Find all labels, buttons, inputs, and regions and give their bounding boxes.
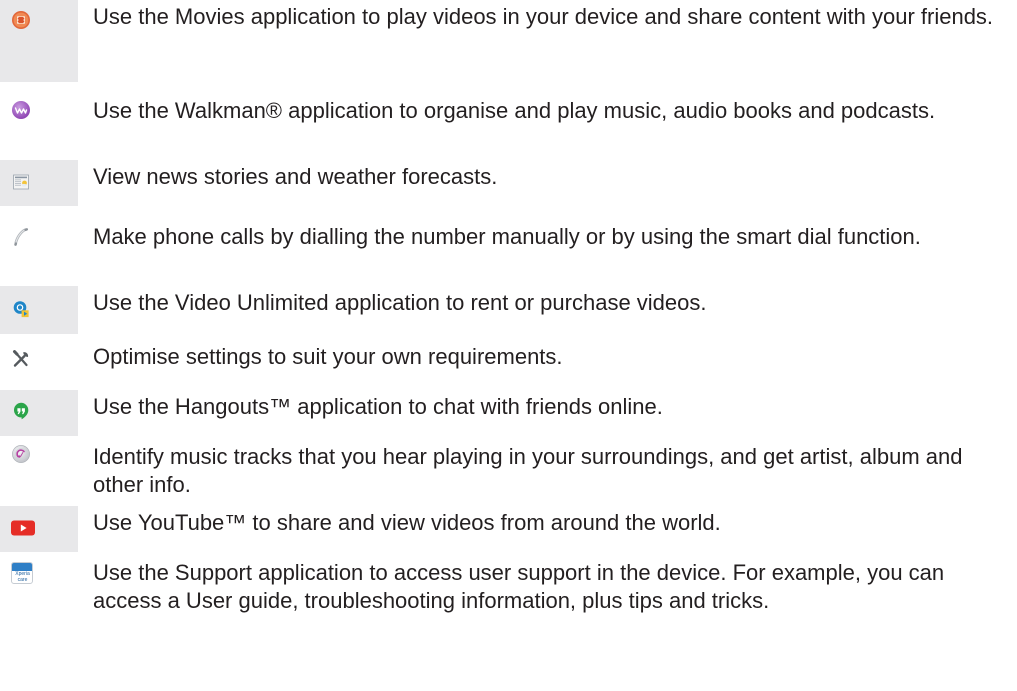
list-item: Use the Walkman® application to organise…	[0, 94, 1017, 152]
app-description: Use the Video Unlimited application to r…	[93, 290, 707, 315]
list-item: Xperia care Use the Support application …	[0, 556, 1017, 691]
app-description: Use the Support application to access us…	[93, 560, 945, 613]
hangouts-icon	[11, 401, 31, 421]
video-unlimited-icon	[11, 299, 31, 319]
app-description: Use the Hangouts™ application to chat wi…	[93, 394, 663, 419]
walkman-icon	[11, 100, 31, 120]
list-item: Use YouTube™ to share and view videos fr…	[0, 506, 1017, 552]
news-weather-icon	[11, 172, 31, 192]
app-description: Use YouTube™ to share and view videos fr…	[93, 510, 721, 535]
app-description: View news stories and weather forecasts.	[93, 164, 498, 189]
list-item: Use the Movies application to play video…	[0, 0, 1017, 82]
list-item: Identify music tracks that you hear play…	[0, 440, 1017, 500]
app-description: Make phone calls by dialling the number …	[93, 224, 921, 249]
movies-film-icon	[11, 10, 31, 30]
trackid-icon	[11, 444, 31, 464]
app-description: Use the Movies application to play video…	[93, 4, 994, 29]
xperia-care-icon: Xperia care	[11, 562, 33, 584]
phone-handset-icon	[11, 227, 31, 247]
list-item: Use the Hangouts™ application to chat wi…	[0, 390, 1017, 436]
app-description: Use the Walkman® application to organise…	[93, 98, 936, 123]
app-description: Identify music tracks that you hear play…	[93, 444, 963, 497]
list-item: Optimise settings to suit your own requi…	[0, 340, 1017, 384]
youtube-icon	[10, 518, 36, 538]
list-item: View news stories and weather forecasts.	[0, 160, 1017, 206]
list-item: Make phone calls by dialling the number …	[0, 220, 1017, 278]
app-description: Optimise settings to suit your own requi…	[93, 344, 563, 369]
settings-tools-icon	[11, 349, 31, 369]
list-item: Use the Video Unlimited application to r…	[0, 286, 1017, 334]
xperia-care-logo-text: Xperia care	[15, 571, 30, 583]
